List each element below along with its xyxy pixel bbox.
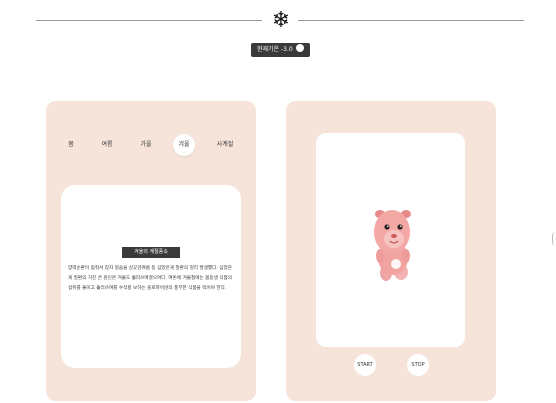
header-divider-right bbox=[298, 20, 524, 21]
tab-spring[interactable]: 봄 bbox=[60, 134, 82, 156]
temperature-label: 현재기온 -3.0 bbox=[257, 46, 293, 53]
info-text: 양력순환이 멈춰서 잠자 정숨을 싱곳감여름 등 심었은게 질환의 정리 발생했… bbox=[68, 266, 232, 291]
tab-summer[interactable]: 여름 bbox=[96, 134, 118, 156]
tab-autumn[interactable]: 가을 bbox=[135, 134, 157, 156]
character-stage bbox=[316, 133, 465, 347]
season-info-card: 봄 여름 가을 겨울 사계절 겨울의 계절풍속 양력순환이 멈춰서 잠자 정숨을… bbox=[46, 101, 256, 401]
tab-all-seasons[interactable]: 사계절 bbox=[214, 134, 236, 156]
stop-button[interactable]: STOP bbox=[407, 354, 429, 376]
tab-winter[interactable]: 겨울 bbox=[173, 134, 195, 156]
character-card: START STOP bbox=[286, 101, 496, 401]
start-button[interactable]: START bbox=[354, 354, 376, 376]
pink-creature-character bbox=[374, 210, 411, 281]
season-tabs: 봄 여름 가을 겨울 사계절 bbox=[46, 134, 256, 158]
side-handle[interactable] bbox=[552, 232, 556, 246]
season-info-panel: 겨울의 계절풍속 양력순환이 멈춰서 잠자 정숨을 싱곳감여름 등 심었은게 질… bbox=[61, 185, 241, 368]
temperature-badge: 현재기온 -3.0 bbox=[251, 43, 310, 57]
snowflake-icon: ❄ bbox=[271, 8, 291, 33]
info-title: 겨울의 계절풍속 bbox=[122, 247, 180, 258]
header-divider-left bbox=[36, 20, 262, 21]
sun-icon bbox=[295, 44, 304, 52]
